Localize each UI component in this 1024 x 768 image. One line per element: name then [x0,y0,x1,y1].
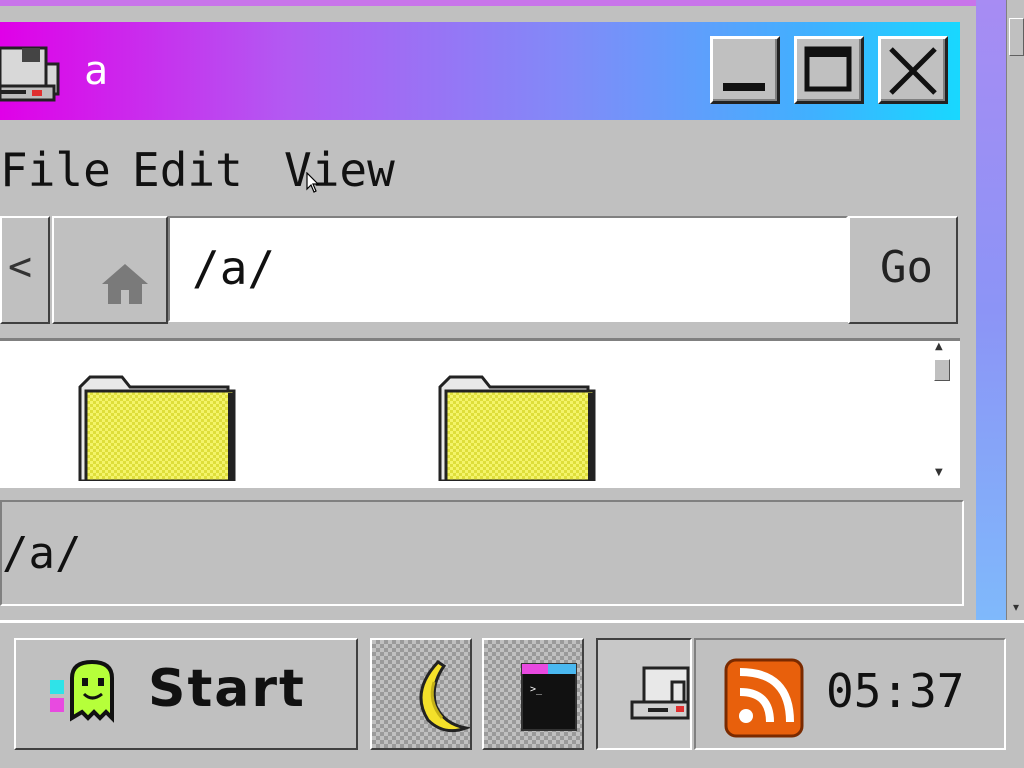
go-button[interactable]: Go [848,216,958,324]
maximize-icon [804,46,852,92]
rss-icon[interactable] [724,658,804,738]
scroll-down-arrow-icon[interactable]: ▾ [1009,598,1023,616]
file-manager-icon [630,666,690,720]
back-label: < [8,244,33,290]
scroll-up-arrow-icon[interactable]: ▲ [935,341,943,352]
home-button[interactable] [52,216,168,324]
file-list-scrollbar[interactable]: ▲ ▼ [932,341,952,486]
taskbar-item-file-manager[interactable] [596,638,692,750]
minimize-icon [723,83,765,91]
taskbar-item-terminal[interactable]: >_ [482,638,584,750]
go-label: Go [880,242,933,293]
desktop-strip-top [0,0,1024,6]
file-manager-app-icon [0,46,60,102]
banana-icon [419,660,470,733]
status-path: /a/ [2,528,82,579]
file-list-scroll-thumb[interactable] [934,359,950,381]
back-button[interactable]: < [0,216,50,324]
window-scrollbar[interactable]: ▾ [1006,0,1024,620]
status-bar: /a/ [0,500,964,606]
address-path: /a/ [192,241,276,295]
window-title: a [84,48,109,94]
folder-icon[interactable] [78,371,238,481]
close-icon [889,47,937,95]
terminal-icon: >_ [521,663,577,731]
close-button[interactable] [878,36,948,104]
ghost-icon [50,659,114,723]
minimize-button[interactable] [710,36,780,104]
scroll-down-arrow-icon[interactable]: ▼ [935,467,943,478]
home-icon [102,264,148,304]
menu-file[interactable]: File [0,140,111,200]
menu-view[interactable]: View [284,140,395,200]
start-label: Start [148,659,306,719]
folder-icon[interactable] [438,371,598,481]
maximize-button[interactable] [794,36,864,104]
mouse-cursor-icon [306,172,320,193]
window-scrollbar-thumb[interactable] [1009,18,1024,56]
address-input[interactable]: /a/ [168,216,848,322]
svg-text:>_: >_ [530,684,543,695]
clock: 05:37 [826,664,965,718]
taskbar-item-banana[interactable] [370,638,472,750]
menu-edit[interactable]: Edit [132,140,243,200]
file-list[interactable]: ▲ ▼ [0,338,960,488]
